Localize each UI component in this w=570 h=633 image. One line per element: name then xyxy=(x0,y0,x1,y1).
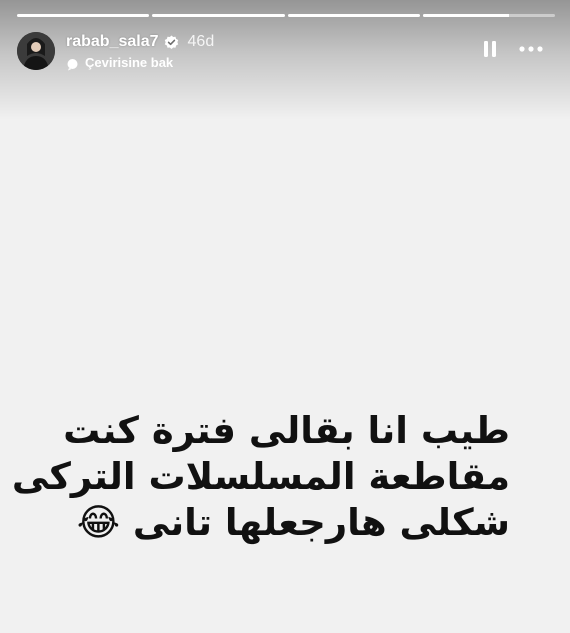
story-text: طيب انا بقالى فترة كنت مقاطعة المسلسلات … xyxy=(11,408,510,546)
avatar[interactable] xyxy=(17,32,55,70)
progress-segment xyxy=(287,14,420,17)
progress-segment-fill xyxy=(17,14,150,17)
story-progress-bar xyxy=(17,14,555,17)
see-translation-label: Çevirisine bak xyxy=(85,55,174,70)
avatar-image xyxy=(17,32,55,70)
post-time: 46d xyxy=(187,33,215,50)
progress-segment-fill xyxy=(422,14,509,17)
more-options-button[interactable] xyxy=(519,46,543,52)
more-options-icon xyxy=(519,46,543,52)
story-text-line-1: طيب انا بقالى فترة كنت xyxy=(63,409,510,452)
verified-badge-icon xyxy=(164,35,179,50)
progress-segment-fill xyxy=(152,14,285,17)
see-translation-link[interactable]: Çevirisine bak xyxy=(66,55,174,71)
username[interactable]: rabab_sala7 xyxy=(66,33,159,51)
story-header: rabab_sala7 46d Çevirisine bak xyxy=(17,30,555,72)
progress-segment-fill xyxy=(287,14,420,17)
translate-icon xyxy=(66,56,79,71)
pause-icon xyxy=(484,41,496,57)
story-text-line-3: شكلى هارجعلها تانى 😂 xyxy=(76,501,510,544)
pause-button[interactable] xyxy=(483,40,497,58)
progress-segment xyxy=(422,14,555,17)
story-text-line-2: مقاطعة المسلسلات التركى xyxy=(11,455,510,498)
progress-segment xyxy=(17,14,150,17)
story-viewer[interactable]: rabab_sala7 46d Çevirisine bak طيب انا ب… xyxy=(0,0,570,633)
story-controls xyxy=(483,40,543,58)
progress-segment xyxy=(152,14,285,17)
